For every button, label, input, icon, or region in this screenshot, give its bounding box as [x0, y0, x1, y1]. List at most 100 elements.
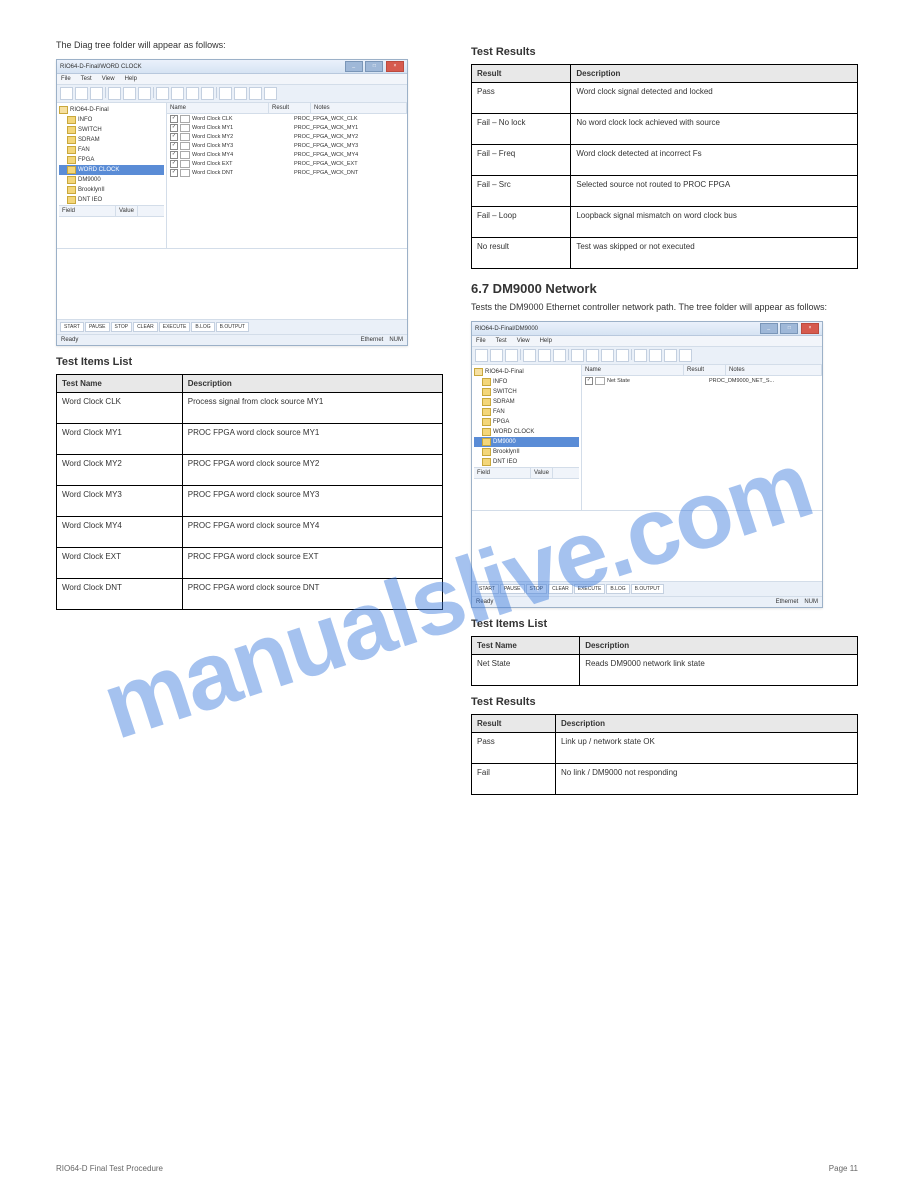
tree-item[interactable]: INFO — [474, 377, 579, 387]
maximize-button[interactable]: □ — [780, 323, 798, 334]
clear-button[interactable]: CLEAR — [548, 584, 573, 594]
tree-item[interactable]: FAN — [474, 407, 579, 417]
stop-button[interactable]: STOP — [526, 584, 548, 594]
tree-item[interactable]: DNT IEO — [474, 457, 579, 467]
tree-root[interactable]: RIO64-D-Final — [474, 367, 579, 377]
col-name[interactable]: Name — [167, 103, 269, 113]
tree-item[interactable]: SWITCH — [59, 125, 164, 135]
menu-view[interactable]: View — [102, 76, 115, 82]
col-notes[interactable]: Notes — [311, 103, 407, 113]
checkbox[interactable]: ✓ — [170, 142, 178, 150]
tool-icon[interactable] — [219, 87, 232, 100]
menu-test[interactable]: Test — [496, 338, 507, 344]
col-result[interactable]: Result — [269, 103, 311, 113]
tree-item[interactable]: INFO — [59, 115, 164, 125]
menu-view[interactable]: View — [517, 338, 530, 344]
checkbox[interactable]: ✓ — [170, 151, 178, 159]
checkbox[interactable]: ✓ — [170, 115, 178, 123]
tree-item[interactable]: WORD CLOCK — [59, 165, 164, 175]
list-row[interactable]: ✓Word Clock CLKPROC_FPGA_WCK_CLK — [167, 114, 407, 123]
tree-item[interactable]: BrooklynII — [59, 185, 164, 195]
menu-help[interactable]: Help — [125, 76, 137, 82]
tool-icon[interactable] — [171, 87, 184, 100]
list-row[interactable]: ✓Word Clock MY4PROC_FPGA_WCK_MY4 — [167, 150, 407, 159]
tool-icon[interactable] — [601, 349, 614, 362]
tool-icon[interactable] — [634, 349, 647, 362]
tool-icon[interactable] — [616, 349, 629, 362]
tree-root[interactable]: RIO64-D-Final — [59, 105, 164, 115]
tree-item[interactable]: SWITCH — [474, 387, 579, 397]
tree-item[interactable]: WORD CLOCK — [474, 427, 579, 437]
clear-button[interactable]: CLEAR — [133, 322, 158, 332]
tool-icon[interactable] — [156, 87, 169, 100]
tool-icon[interactable] — [538, 349, 551, 362]
boutput-button[interactable]: B.OUTPUT — [216, 322, 249, 332]
tool-icon[interactable] — [475, 349, 488, 362]
menu-file[interactable]: File — [476, 338, 486, 344]
blog-button[interactable]: B.LOG — [191, 322, 214, 332]
tool-icon[interactable] — [90, 87, 103, 100]
stop-button[interactable]: STOP — [111, 322, 133, 332]
checkbox[interactable]: ✓ — [585, 377, 593, 385]
minimize-button[interactable]: _ — [760, 323, 778, 334]
col-test-name: Test Name — [57, 375, 183, 393]
menu-help[interactable]: Help — [540, 338, 552, 344]
close-button[interactable]: × — [386, 61, 404, 72]
checkbox[interactable]: ✓ — [170, 169, 178, 177]
tool-icon[interactable] — [108, 87, 121, 100]
tree-item[interactable]: FPGA — [59, 155, 164, 165]
tool-icon[interactable] — [201, 87, 214, 100]
start-button[interactable]: START — [60, 322, 84, 332]
tool-icon[interactable] — [123, 87, 136, 100]
tree-item[interactable]: FPGA — [474, 417, 579, 427]
pause-button[interactable]: PAUSE — [500, 584, 525, 594]
tool-icon[interactable] — [186, 87, 199, 100]
checkbox[interactable]: ✓ — [170, 124, 178, 132]
tool-icon[interactable] — [234, 87, 247, 100]
list-row[interactable]: ✓Word Clock MY1PROC_FPGA_WCK_MY1 — [167, 123, 407, 132]
tree-item[interactable]: BrooklynII — [474, 447, 579, 457]
tool-icon[interactable] — [523, 349, 536, 362]
tool-icon[interactable] — [586, 349, 599, 362]
minimize-button[interactable]: _ — [345, 61, 363, 72]
start-button[interactable]: START — [475, 584, 499, 594]
menu-file[interactable]: File — [61, 76, 71, 82]
tool-icon[interactable] — [264, 87, 277, 100]
maximize-button[interactable]: □ — [365, 61, 383, 72]
tool-icon[interactable] — [249, 87, 262, 100]
tool-icon[interactable] — [649, 349, 662, 362]
tool-icon[interactable] — [60, 87, 73, 100]
list-row[interactable]: ✓Net StatePROC_DM9000_NET_S... — [582, 376, 822, 385]
checkbox[interactable]: ✓ — [170, 133, 178, 141]
checkbox[interactable]: ✓ — [170, 160, 178, 168]
tree-item[interactable]: SDRAM — [59, 135, 164, 145]
tool-icon[interactable] — [679, 349, 692, 362]
tree-item[interactable]: SDRAM — [474, 397, 579, 407]
tool-icon[interactable] — [490, 349, 503, 362]
close-button[interactable]: × — [801, 323, 819, 334]
list-row[interactable]: ✓Word Clock EXTPROC_FPGA_WCK_EXT — [167, 159, 407, 168]
col-notes[interactable]: Notes — [726, 365, 822, 375]
list-row[interactable]: ✓Word Clock MY3PROC_FPGA_WCK_MY3 — [167, 141, 407, 150]
tree-item[interactable]: DM9000 — [474, 437, 579, 447]
tree-item[interactable]: DNT IEO — [59, 195, 164, 205]
tree-item[interactable]: DM9000 — [59, 175, 164, 185]
pause-button[interactable]: PAUSE — [85, 322, 110, 332]
execute-button[interactable]: EXECUTE — [574, 584, 606, 594]
tool-icon[interactable] — [75, 87, 88, 100]
tool-icon[interactable] — [553, 349, 566, 362]
blog-button[interactable]: B.LOG — [606, 584, 629, 594]
col-name[interactable]: Name — [582, 365, 684, 375]
list-row[interactable]: ✓Word Clock DNTPROC_FPGA_WCK_DNT — [167, 168, 407, 177]
tree-item[interactable]: FAN — [59, 145, 164, 155]
menu-test[interactable]: Test — [81, 76, 92, 82]
tool-icon[interactable] — [138, 87, 151, 100]
tool-icon[interactable] — [664, 349, 677, 362]
boutput-button[interactable]: B.OUTPUT — [631, 584, 664, 594]
col-result[interactable]: Result — [684, 365, 726, 375]
list-row[interactable]: ✓Word Clock MY2PROC_FPGA_WCK_MY2 — [167, 132, 407, 141]
execute-button[interactable]: EXECUTE — [159, 322, 191, 332]
tool-icon[interactable] — [505, 349, 518, 362]
tool-icon[interactable] — [571, 349, 584, 362]
folder-icon — [474, 368, 483, 376]
